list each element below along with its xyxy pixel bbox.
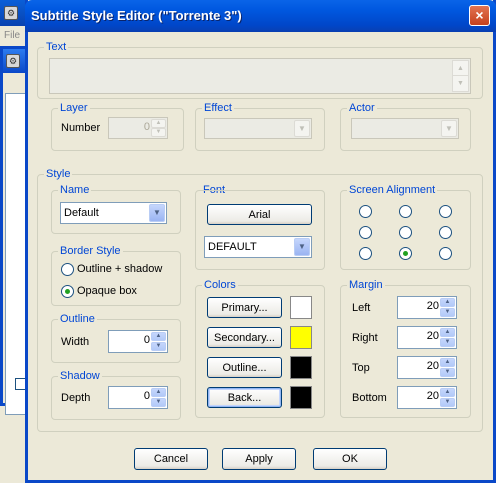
shadow-depth-value: 0 — [143, 390, 150, 402]
style-name-value: Default — [64, 207, 99, 219]
text-group-label: Text — [44, 41, 69, 53]
shadow-group-label: Shadow — [58, 370, 102, 382]
radio-outline-shadow[interactable] — [61, 263, 74, 276]
margin-left-label: Left — [352, 302, 371, 314]
radio-opaque-box-label: Opaque box — [77, 285, 137, 297]
margin-value: 20 — [426, 300, 439, 312]
spin-up-icon[interactable]: ▲ — [440, 298, 455, 307]
alignment-radio-6[interactable] — [439, 226, 452, 239]
margin-value: 20 — [426, 330, 439, 342]
cancel-button[interactable]: Cancel — [134, 448, 208, 470]
margin-top-stepper[interactable]: 20 ▲ ▼ — [397, 356, 457, 379]
actor-select[interactable]: ▼ — [351, 118, 459, 139]
background-list-panel — [5, 93, 27, 415]
text-field-scrollbar[interactable]: ▲ ▼ — [452, 60, 469, 92]
chevron-down-icon[interactable]: ▼ — [441, 120, 457, 137]
outline-color-button[interactable]: Outline... — [207, 357, 282, 378]
colors-group-label: Colors — [202, 279, 238, 291]
spin-down-icon[interactable]: ▼ — [151, 128, 166, 137]
margin-value: 20 — [426, 390, 439, 402]
margin-top-label: Top — [352, 362, 370, 374]
font-group — [195, 190, 325, 270]
margin-right-stepper[interactable]: 20 ▲ ▼ — [397, 326, 457, 349]
actor-group-label: Actor — [347, 102, 377, 114]
ok-button[interactable]: OK — [313, 448, 387, 470]
chevron-down-icon[interactable]: ▼ — [294, 120, 310, 137]
radio-outline-shadow-label: Outline + shadow — [77, 263, 163, 275]
effect-select[interactable]: ▼ — [204, 118, 312, 139]
primary-color-button[interactable]: Primary... — [207, 297, 282, 318]
primary-color-swatch — [290, 296, 312, 319]
spin-down-icon[interactable]: ▼ — [440, 308, 455, 317]
outline-color-swatch — [290, 356, 312, 379]
spin-down-icon[interactable]: ▼ — [151, 398, 166, 407]
alignment-radio-3[interactable] — [439, 205, 452, 218]
margin-bottom-label: Bottom — [352, 392, 387, 404]
spin-down-icon[interactable]: ▼ — [440, 398, 455, 407]
shadow-depth-stepper[interactable]: 0 ▲ ▼ — [108, 386, 168, 409]
spin-down-icon[interactable]: ▼ — [440, 338, 455, 347]
outline-width-label: Width — [61, 336, 90, 348]
style-name-select[interactable]: Default ▼ — [60, 202, 167, 224]
layer-number-label: Number — [61, 122, 101, 134]
layer-number-value: 0 — [143, 121, 150, 133]
charset-value: DEFAULT — [208, 241, 257, 253]
spin-up-icon[interactable]: ▲ — [440, 388, 455, 397]
text-field[interactable]: ▲ ▼ — [49, 58, 471, 94]
outline-group-label: Outline — [58, 313, 97, 325]
alignment-radio-8[interactable] — [399, 247, 412, 260]
border-style-group: Border Style — [51, 245, 181, 306]
app-icon: ⚙ — [6, 54, 20, 68]
margin-left-stepper[interactable]: 20 ▲ ▼ — [397, 296, 457, 319]
app-icon: ⚙ — [4, 6, 18, 20]
margin-right-label: Right — [352, 332, 378, 344]
background-child-window: ⚙ — [0, 46, 27, 415]
outline-width-value: 0 — [143, 334, 150, 346]
chevron-down-icon[interactable]: ▼ — [149, 204, 165, 222]
apply-button[interactable]: Apply — [222, 448, 296, 470]
secondary-color-swatch — [290, 326, 312, 349]
spin-up-icon[interactable]: ▲ — [151, 332, 166, 341]
alignment-radio-9[interactable] — [439, 247, 452, 260]
close-button[interactable]: × — [469, 5, 490, 26]
outline-width-stepper[interactable]: 0 ▲ ▼ — [108, 330, 168, 353]
alignment-group-label: Screen Alignment — [347, 184, 438, 196]
alignment-radio-1[interactable] — [359, 205, 372, 218]
back-color-button[interactable]: Back... — [207, 387, 282, 408]
scroll-down-icon[interactable]: ▼ — [452, 75, 469, 92]
shadow-depth-label: Depth — [61, 392, 91, 404]
alignment-radio-5[interactable] — [399, 226, 412, 239]
spin-down-icon[interactable]: ▼ — [151, 342, 166, 351]
name-group-label: Name — [58, 184, 92, 196]
border-style-group-label: Border Style — [58, 245, 123, 257]
spin-down-icon[interactable]: ▼ — [440, 368, 455, 377]
spin-up-icon[interactable]: ▲ — [151, 119, 166, 128]
radio-opaque-box[interactable] — [61, 285, 74, 298]
dialog-titlebar[interactable]: Subtitle Style Editor ("Torrente 3") × — [25, 0, 496, 32]
alignment-radio-4[interactable] — [359, 226, 372, 239]
chevron-down-icon[interactable]: ▼ — [294, 238, 310, 256]
font-button[interactable]: Arial — [207, 204, 312, 225]
spin-up-icon[interactable]: ▲ — [151, 388, 166, 397]
secondary-color-button[interactable]: Secondary... — [207, 327, 282, 348]
layer-number-stepper[interactable]: 0 ▲ ▼ — [108, 117, 168, 139]
alignment-radio-7[interactable] — [359, 247, 372, 260]
background-child-titlebar: ⚙ — [3, 49, 26, 73]
layer-group-label: Layer — [58, 102, 90, 114]
spin-up-icon[interactable]: ▲ — [440, 358, 455, 367]
margin-bottom-stepper[interactable]: 20 ▲ ▼ — [397, 386, 457, 409]
background-menu-file[interactable]: File — [4, 30, 20, 41]
effect-group-label: Effect — [202, 102, 234, 114]
back-color-swatch — [290, 386, 312, 409]
style-group-label: Style — [44, 168, 73, 180]
dialog-title: Subtitle Style Editor ("Torrente 3") — [31, 8, 242, 23]
close-icon: × — [475, 7, 484, 23]
spin-up-icon[interactable]: ▲ — [440, 328, 455, 337]
margin-value: 20 — [426, 360, 439, 372]
alignment-radio-2[interactable] — [399, 205, 412, 218]
charset-select[interactable]: DEFAULT ▼ — [204, 236, 312, 258]
margin-group-label: Margin — [347, 279, 385, 291]
